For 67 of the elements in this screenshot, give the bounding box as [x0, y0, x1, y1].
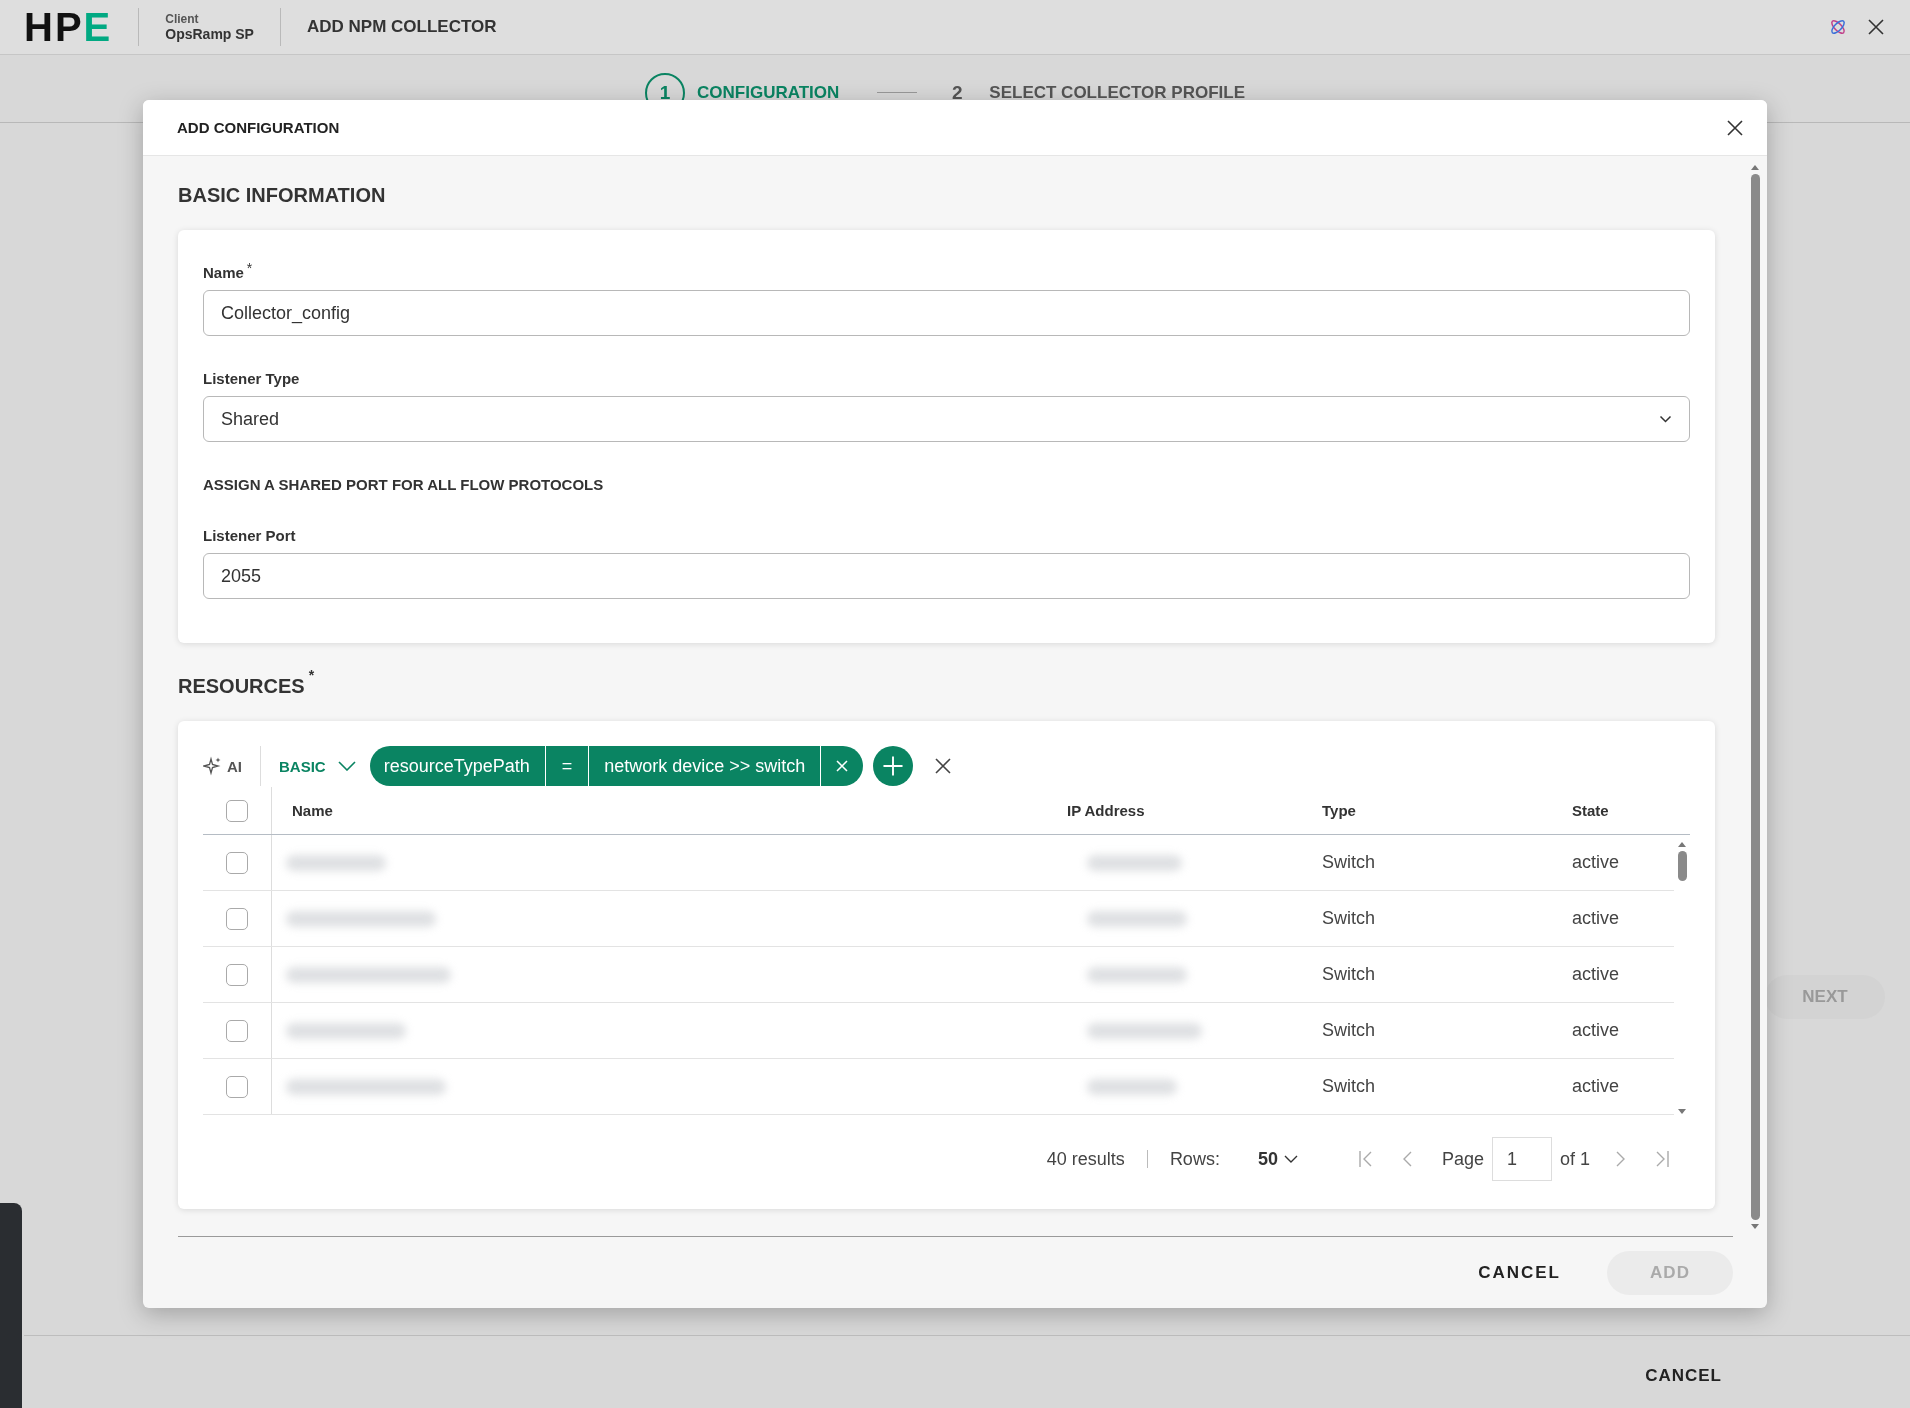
- column-header: Type: [1322, 802, 1357, 819]
- checkbox[interactable]: [226, 907, 248, 930]
- wizard-step: 2 SELECT COLLECTOR PROFILE: [937, 72, 1245, 113]
- rows-dropdown[interactable]: 50: [1257, 1148, 1298, 1170]
- field-label: Name: [203, 264, 244, 281]
- results-count: 40 results: [1046, 1148, 1125, 1170]
- chevron-down-icon[interactable]: [1283, 1155, 1298, 1163]
- checkbox[interactable]: [226, 1019, 248, 1042]
- column-header: IP Address: [1067, 802, 1146, 819]
- checkbox[interactable]: [226, 799, 248, 822]
- remove-icon[interactable]: [835, 759, 850, 773]
- table-cell-text: Switch: [1322, 852, 1376, 873]
- last-page-icon[interactable]: [1654, 1149, 1670, 1169]
- checkbox[interactable]: [226, 851, 248, 874]
- chevron-down-icon[interactable]: [1659, 415, 1672, 423]
- clear-icon[interactable]: [933, 756, 954, 776]
- atom-icon[interactable]: [1828, 17, 1848, 37]
- table-cell-text: Switch: [1322, 908, 1376, 929]
- checkbox[interactable]: [226, 1075, 248, 1098]
- client-label: Client: [165, 12, 200, 26]
- table-cell-text: active: [1572, 1020, 1621, 1041]
- close-icon[interactable]: [1725, 117, 1745, 138]
- scroll-down-icon[interactable]: [1677, 1109, 1687, 1115]
- column-header: Name: [291, 802, 334, 819]
- cancel-button[interactable]: CANCEL: [1637, 1360, 1730, 1392]
- checkbox[interactable]: [226, 963, 248, 986]
- scroll-down-icon[interactable]: [1750, 1224, 1760, 1230]
- table-cell-text: active: [1572, 908, 1621, 929]
- column-header: State: [1572, 802, 1610, 819]
- logo: HPE: [24, 7, 113, 47]
- table-cell-text: Switch: [1322, 964, 1376, 985]
- required-mark: *: [246, 260, 253, 276]
- scroll-up-icon[interactable]: [1750, 164, 1760, 170]
- scroll-thumb[interactable]: [1677, 851, 1687, 881]
- filter-field: resourceTypePath: [369, 746, 546, 786]
- cancel-button[interactable]: CANCEL: [1472, 1261, 1567, 1284]
- table-cell-text: active: [1572, 1076, 1621, 1097]
- filter-operator: =: [545, 746, 590, 786]
- client-name: OpsRamp SP: [165, 26, 254, 42]
- filter-chip[interactable]: resourceTypePath = network device >> switch: [369, 746, 864, 786]
- field-label: Listener Port: [203, 527, 296, 544]
- close-icon[interactable]: [1866, 17, 1886, 37]
- section-heading: BASIC INFORMATION: [178, 182, 387, 208]
- scroll-thumb[interactable]: [1750, 174, 1760, 1220]
- section-heading: RESOURCES: [178, 674, 305, 698]
- field-label: Listener Type: [203, 370, 300, 387]
- dialog-title: ADD CONFIGURATION: [177, 119, 340, 136]
- input-field[interactable]: 2055: [203, 553, 1690, 599]
- input-field[interactable]: Collector_config: [203, 290, 1690, 336]
- table-cell-text: active: [1572, 964, 1621, 985]
- table-cell-text: active: [1572, 852, 1621, 873]
- table-cell-text: Switch: [1322, 1076, 1376, 1097]
- required-mark: *: [308, 667, 315, 683]
- scroll-up-icon[interactable]: [1677, 841, 1687, 847]
- page-total: of 1: [1559, 1148, 1590, 1170]
- add-icon[interactable]: [873, 746, 914, 786]
- mode-dropdown[interactable]: BASIC: [279, 757, 356, 775]
- page-title: ADD NPM COLLECTOR: [306, 17, 497, 37]
- filter-value: network device >> switch: [589, 746, 822, 786]
- ai-button[interactable]: AI: [203, 756, 250, 776]
- section-note: ASSIGN A SHARED PORT FOR ALL FLOW PROTOCOLS: [203, 476, 605, 493]
- first-page-icon[interactable]: [1357, 1149, 1374, 1169]
- page-input[interactable]: 1: [1491, 1137, 1552, 1181]
- page-label: Page: [1441, 1148, 1484, 1170]
- rows-label: Rows:: [1169, 1148, 1220, 1170]
- table-cell-text: Switch: [1322, 1020, 1376, 1041]
- select-field[interactable]: Shared: [203, 396, 1690, 442]
